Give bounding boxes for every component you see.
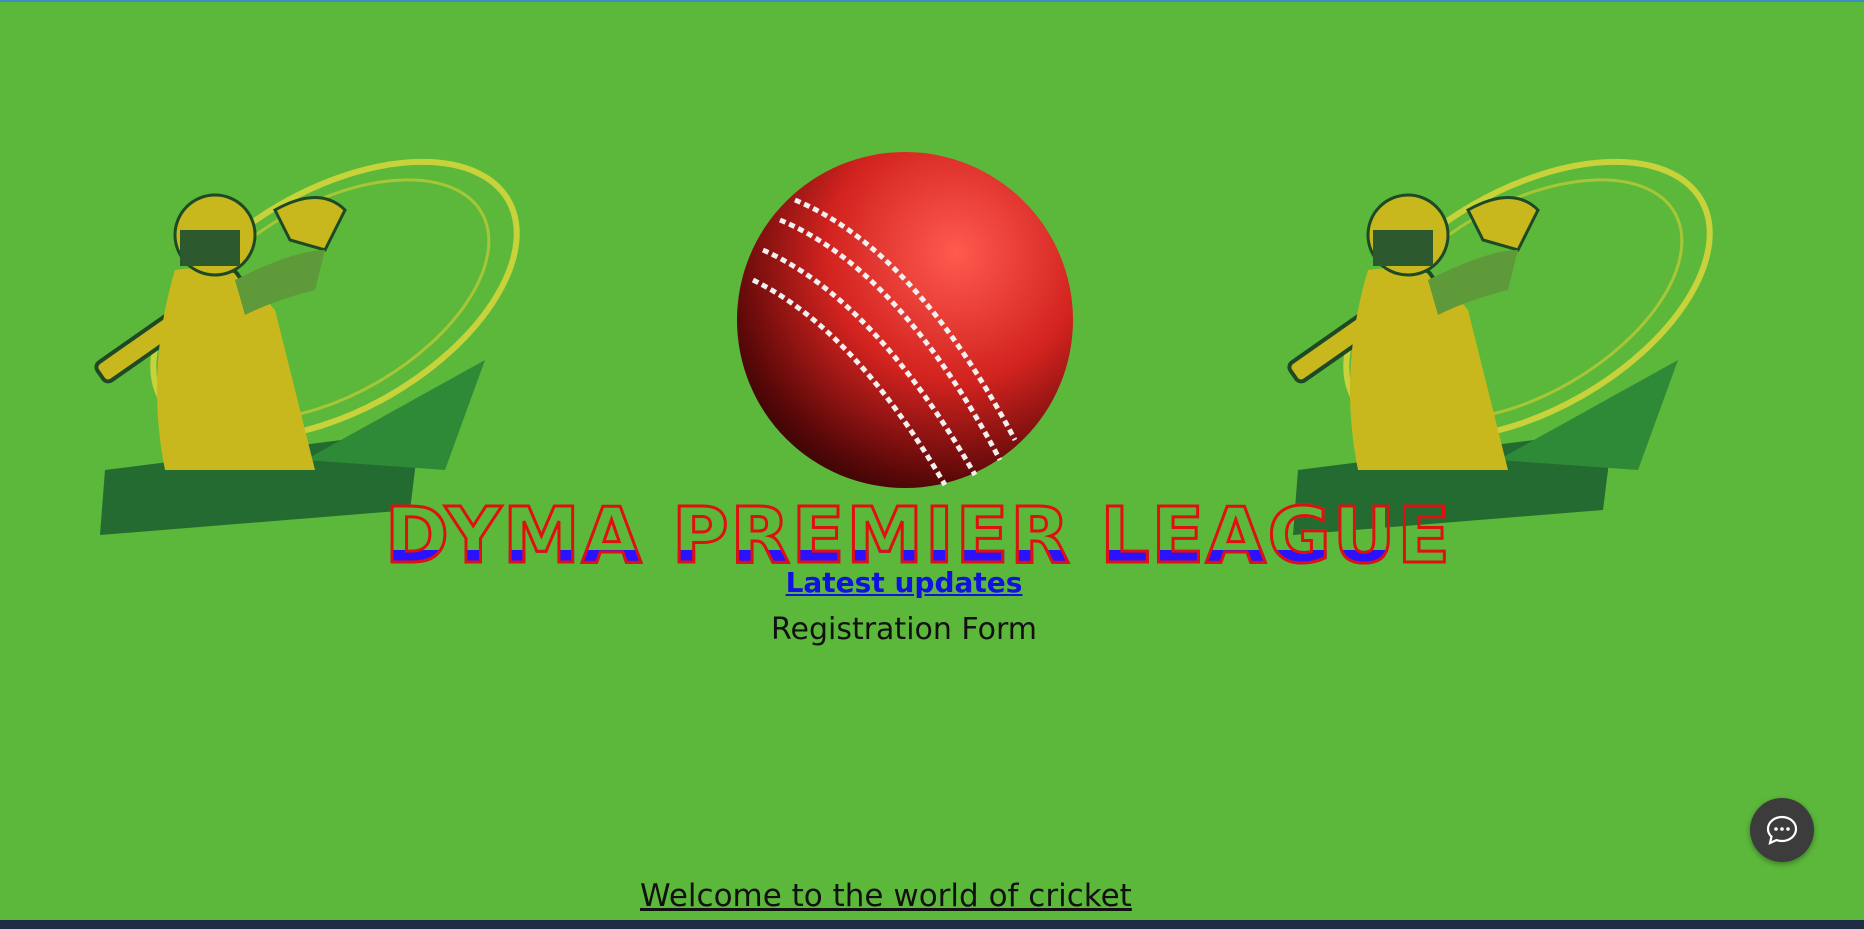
batsman-illustration-right (1287, 158, 1713, 535)
latest-updates-link[interactable]: Latest updates (0, 566, 1808, 599)
top-border (0, 0, 1864, 2)
os-taskbar (0, 920, 1864, 929)
welcome-text[interactable]: Welcome to the world of cricket (640, 878, 1132, 914)
registration-form-text: Registration Form (770, 612, 1037, 647)
chat-bubble-icon (1766, 815, 1798, 845)
cricket-ball-image (737, 152, 1073, 488)
chat-button[interactable] (1750, 798, 1814, 862)
batsman-illustration-left (94, 158, 520, 535)
